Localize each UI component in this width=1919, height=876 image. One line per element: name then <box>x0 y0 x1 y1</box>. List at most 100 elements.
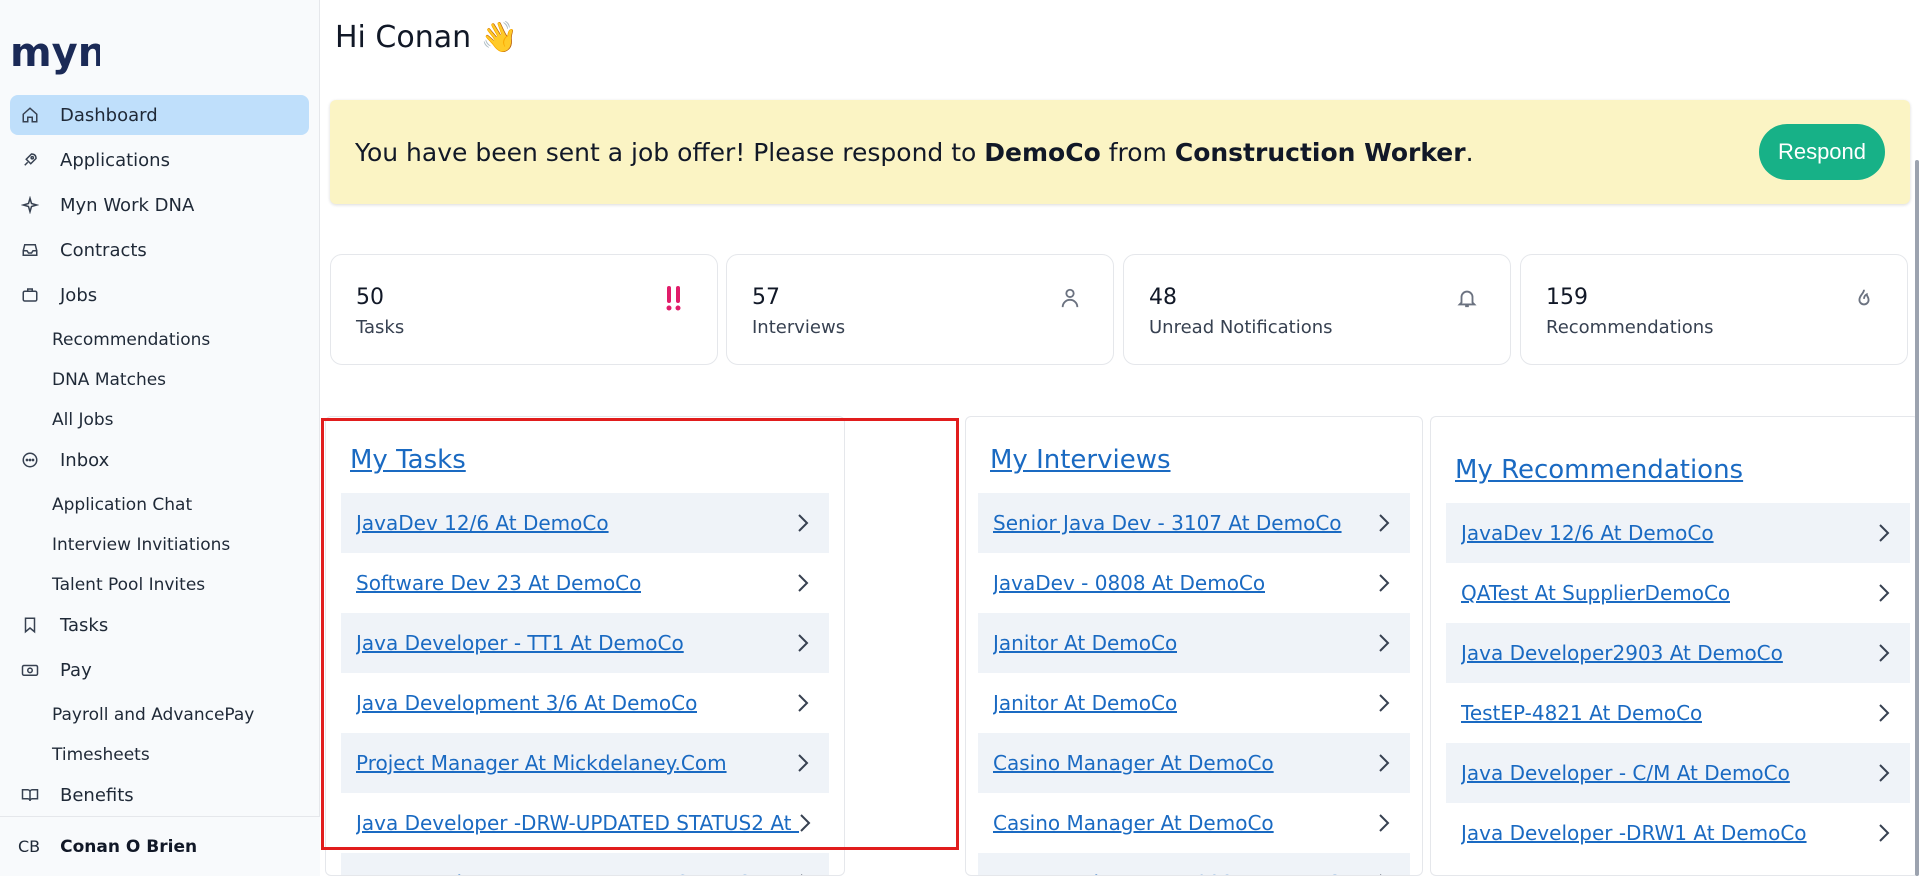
task-link[interactable]: Software Dev 23 At DemoCo <box>356 571 641 595</box>
interview-link[interactable]: JavaDev - 0808 At DemoCo <box>993 571 1265 595</box>
chevron-right-icon[interactable] <box>797 692 811 714</box>
task-row[interactable]: Java Developer -DRW-UPDATED STATUS1 At D… <box>341 853 829 875</box>
recommendation-row[interactable]: Java Developer -DRW1 At DemoCo <box>1446 803 1910 863</box>
interview-link[interactable]: Java Development 1908 At DemoCo <box>993 871 1353 875</box>
recommendation-row[interactable]: QATest At SupplierDemoCo <box>1446 563 1910 623</box>
task-row[interactable]: Software Dev 23 At DemoCo <box>341 553 829 613</box>
task-link[interactable]: Java Developer -DRW-UPDATED STATUS2 At D… <box>356 811 799 835</box>
sidebar-item-label: Pay <box>60 659 92 681</box>
sidebar-item-label: Tasks <box>60 614 109 636</box>
chevron-right-icon[interactable] <box>1378 872 1392 875</box>
recommendation-link[interactable]: TestEP-4821 At DemoCo <box>1461 701 1702 725</box>
chevron-right-icon[interactable] <box>1378 812 1392 834</box>
task-link[interactable]: Java Development 3/6 At DemoCo <box>356 691 697 715</box>
user-profile[interactable]: CB Conan O Brien <box>0 816 320 876</box>
chevron-right-icon[interactable] <box>1878 642 1892 664</box>
home-icon <box>20 105 40 125</box>
stat-card-tasks[interactable]: 50 Tasks <box>330 254 718 365</box>
interview-link[interactable]: Casino Manager At DemoCo <box>993 811 1274 835</box>
briefcase-icon <box>20 285 40 305</box>
sidebar-item-label: Inbox <box>60 449 110 471</box>
interview-row[interactable]: Casino Manager At DemoCo <box>978 793 1410 853</box>
my-interviews-title[interactable]: My Interviews <box>990 445 1171 475</box>
sidebar-subitem-payroll-and-advancepay[interactable]: Payroll and AdvancePay <box>10 695 309 735</box>
chevron-right-icon[interactable] <box>797 752 811 774</box>
sidebar-subitem-application-chat[interactable]: Application Chat <box>10 485 309 525</box>
task-link[interactable]: Project Manager At Mickdelaney.Com <box>356 751 727 775</box>
job-offer-banner: You have been sent a job offer! Please r… <box>330 100 1910 204</box>
sidebar-subitem-dna-matches[interactable]: DNA Matches <box>10 360 309 400</box>
task-link[interactable]: Java Developer -DRW-UPDATED STATUS1 At D… <box>356 871 799 875</box>
my-tasks-title[interactable]: My Tasks <box>350 445 466 475</box>
sidebar-item-pay[interactable]: Pay <box>10 650 309 690</box>
sidebar-item-jobs[interactable]: Jobs <box>10 275 309 315</box>
sidebar-item-contracts[interactable]: Contracts <box>10 230 309 270</box>
interview-row[interactable]: Casino Manager At DemoCo <box>978 733 1410 793</box>
chevron-right-icon[interactable] <box>1378 512 1392 534</box>
interview-row[interactable]: Java Development 1908 At DemoCo <box>978 853 1410 875</box>
recommendation-link[interactable]: QATest At SupplierDemoCo <box>1461 581 1730 605</box>
chevron-right-icon[interactable] <box>1378 572 1392 594</box>
interview-link[interactable]: Janitor At DemoCo <box>993 631 1177 655</box>
task-row[interactable]: Java Developer -DRW-UPDATED STATUS2 At D… <box>341 793 829 853</box>
page-scrollbar[interactable] <box>1915 160 1919 876</box>
myn-logo[interactable]: myn <box>10 28 100 78</box>
sidebar-item-tasks[interactable]: Tasks <box>10 605 309 645</box>
sidebar-subitem-talent-pool-invites[interactable]: Talent Pool Invites <box>10 565 309 605</box>
chevron-right-icon[interactable] <box>1378 692 1392 714</box>
user-initials: CB <box>18 837 41 856</box>
chevron-right-icon[interactable] <box>1378 752 1392 774</box>
interview-row[interactable]: Janitor At DemoCo <box>978 673 1410 733</box>
chevron-right-icon[interactable] <box>1378 632 1392 654</box>
interview-link[interactable]: Casino Manager At DemoCo <box>993 751 1274 775</box>
task-row[interactable]: Java Development 3/6 At DemoCo <box>341 673 829 733</box>
sidebar-item-myn-work-dna[interactable]: Myn Work DNA <box>10 185 309 225</box>
interview-link[interactable]: Janitor At DemoCo <box>993 691 1177 715</box>
chevron-right-icon[interactable] <box>797 632 811 654</box>
recommendation-row[interactable]: TestEP-4821 At DemoCo <box>1446 683 1910 743</box>
sidebar-subitem-timesheets[interactable]: Timesheets <box>10 735 309 775</box>
chevron-right-icon[interactable] <box>799 812 811 834</box>
sidebar-item-label: Benefits <box>60 784 134 806</box>
stat-card-unread-notifications[interactable]: 48 Unread Notifications <box>1123 254 1511 365</box>
sidebar-subitem-interview-invitiations[interactable]: Interview Invitiations <box>10 525 309 565</box>
task-link[interactable]: Java Developer - TT1 At DemoCo <box>356 631 684 655</box>
person-icon <box>1057 283 1083 313</box>
stat-card-recommendations[interactable]: 159 Recommendations <box>1520 254 1908 365</box>
chevron-right-icon[interactable] <box>1878 762 1892 784</box>
interview-row[interactable]: Senior Java Dev - 3107 At DemoCo <box>978 493 1410 553</box>
task-row[interactable]: JavaDev 12/6 At DemoCo <box>341 493 829 553</box>
sidebar-item-dashboard[interactable]: Dashboard <box>10 95 309 135</box>
chevron-right-icon[interactable] <box>797 512 811 534</box>
chevron-right-icon[interactable] <box>799 872 811 875</box>
task-row[interactable]: Java Developer - TT1 At DemoCo <box>341 613 829 673</box>
chevron-right-icon[interactable] <box>1878 702 1892 724</box>
interview-link[interactable]: Senior Java Dev - 3107 At DemoCo <box>993 511 1342 535</box>
chevron-right-icon[interactable] <box>1878 582 1892 604</box>
sidebar-item-applications[interactable]: Applications <box>10 140 309 180</box>
recommendation-link[interactable]: Java Developer2903 At DemoCo <box>1461 641 1783 665</box>
chevron-right-icon[interactable] <box>1878 522 1892 544</box>
interview-row[interactable]: Janitor At DemoCo <box>978 613 1410 673</box>
sidebar-item-inbox[interactable]: Inbox <box>10 440 309 480</box>
task-link[interactable]: JavaDev 12/6 At DemoCo <box>356 511 609 535</box>
sidebar-subitem-recommendations[interactable]: Recommendations <box>10 320 309 360</box>
interview-row[interactable]: JavaDev - 0808 At DemoCo <box>978 553 1410 613</box>
chevron-right-icon[interactable] <box>797 572 811 594</box>
recommendations-list: JavaDev 12/6 At DemoCo QATest At Supplier… <box>1446 503 1910 863</box>
recommendation-row[interactable]: Java Developer2903 At DemoCo <box>1446 623 1910 683</box>
recommendation-link[interactable]: JavaDev 12/6 At DemoCo <box>1461 521 1714 545</box>
recommendation-link[interactable]: Java Developer -DRW1 At DemoCo <box>1461 821 1807 845</box>
sidebar-item-benefits[interactable]: Benefits <box>10 775 309 815</box>
sidebar-subitem-all-jobs[interactable]: All Jobs <box>10 400 309 440</box>
stat-card-interviews[interactable]: 57 Interviews <box>726 254 1114 365</box>
sidebar-item-label: Myn Work DNA <box>60 194 195 216</box>
my-interviews-panel: My Interviews Senior Java Dev - 3107 At … <box>965 416 1423 876</box>
recommendation-row[interactable]: JavaDev 12/6 At DemoCo <box>1446 503 1910 563</box>
my-recommendations-title[interactable]: My Recommendations <box>1455 455 1743 485</box>
recommendation-row[interactable]: Java Developer - C/M At DemoCo <box>1446 743 1910 803</box>
recommendation-link[interactable]: Java Developer - C/M At DemoCo <box>1461 761 1790 785</box>
respond-button[interactable]: Respond <box>1759 124 1885 180</box>
task-row[interactable]: Project Manager At Mickdelaney.Com <box>341 733 829 793</box>
chevron-right-icon[interactable] <box>1878 822 1892 844</box>
